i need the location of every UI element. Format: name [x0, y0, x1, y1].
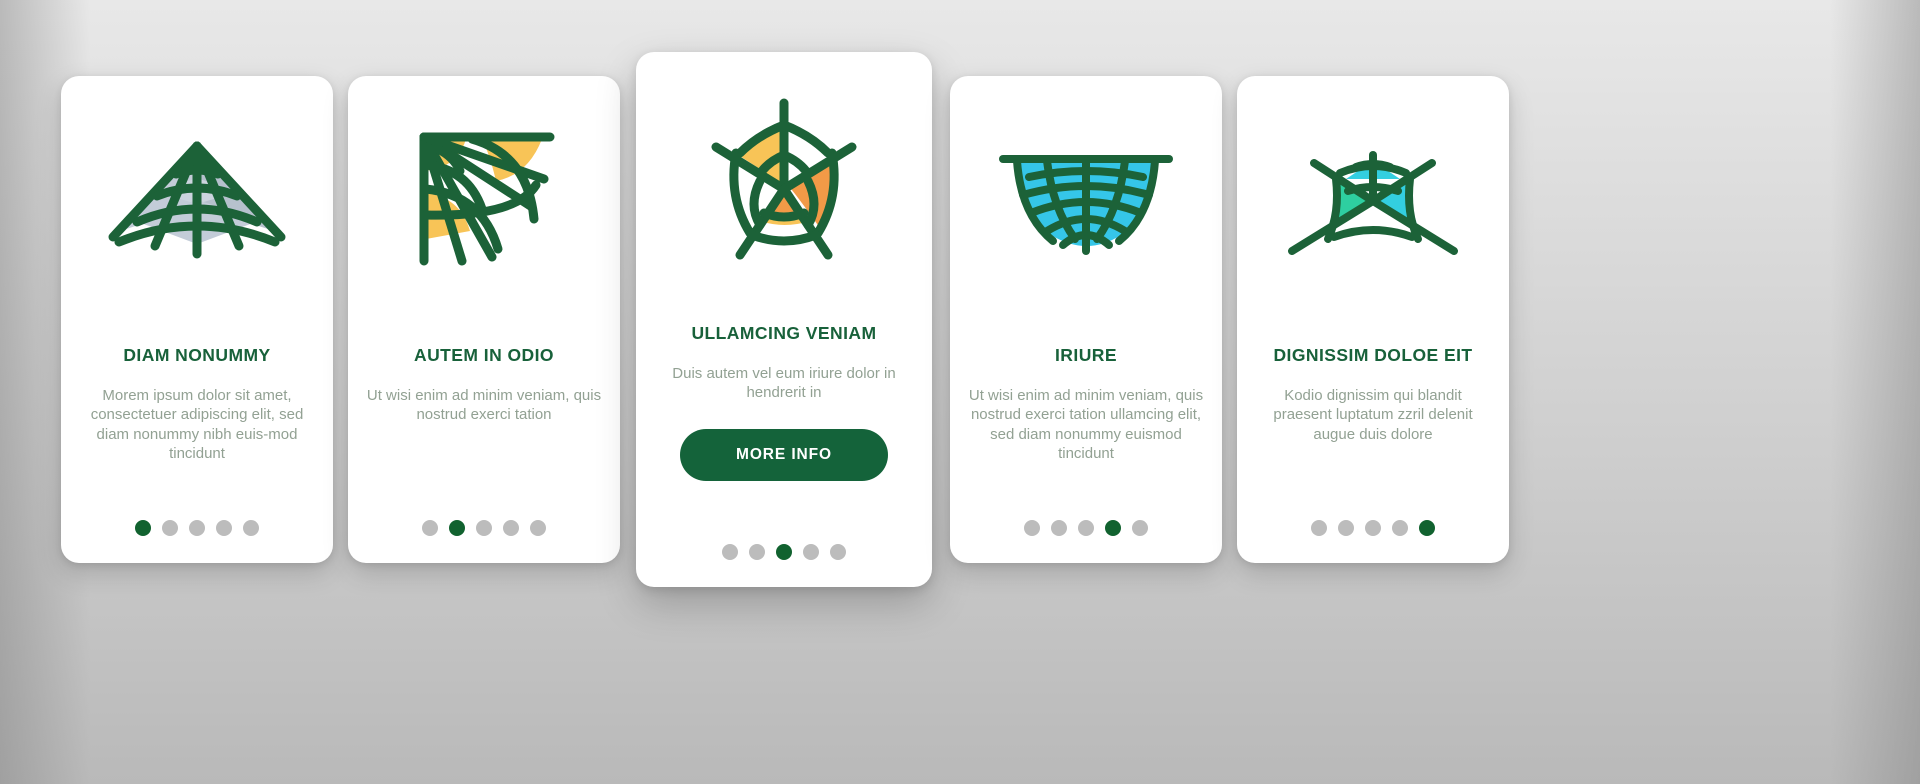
pagination-dot-3[interactable]: [1365, 520, 1381, 536]
pagination-dot-5[interactable]: [1419, 520, 1435, 536]
spider-web-corner-icon: [348, 76, 620, 304]
card-title: DIGNISSIM DOLOE EIT: [1273, 345, 1473, 365]
pagination-dot-4[interactable]: [1392, 520, 1408, 536]
pagination-dot-5[interactable]: [830, 544, 846, 560]
card-description: Ut wisi enim ad minim veniam, quis nostr…: [968, 387, 1204, 462]
pagination-dot-3[interactable]: [776, 544, 792, 560]
spider-web-triangle-icon: [61, 76, 333, 304]
pagination-dot-2[interactable]: [449, 520, 465, 536]
spider-web-canopy-icon: [1237, 76, 1509, 304]
pagination-dot-4[interactable]: [1105, 520, 1121, 536]
card-title: ULLAMCING VENIAM: [691, 323, 877, 343]
pagination-dots: [61, 520, 333, 536]
pagination-dot-1[interactable]: [722, 544, 738, 560]
more-info-button[interactable]: MORE INFO: [680, 428, 888, 481]
pagination-dot-3[interactable]: [476, 520, 492, 536]
onboarding-card-1[interactable]: DIAM NONUMMY Morem ipsum dolor sit amet,…: [61, 76, 333, 563]
card-description: Ut wisi enim ad minim veniam, quis nostr…: [366, 387, 602, 424]
pagination-dot-2[interactable]: [1338, 520, 1354, 536]
onboarding-card-3[interactable]: ULLAMCING VENIAM Duis autem vel eum iriu…: [636, 52, 932, 587]
pagination-dot-1[interactable]: [1311, 520, 1327, 536]
pagination-dot-2[interactable]: [749, 544, 765, 560]
pagination-dot-5[interactable]: [530, 520, 546, 536]
pagination-dot-1[interactable]: [422, 520, 438, 536]
pagination-dot-3[interactable]: [1078, 520, 1094, 536]
pagination-dot-1[interactable]: [1024, 520, 1040, 536]
onboarding-card-2[interactable]: AUTEM IN ODIO Ut wisi enim ad minim veni…: [348, 76, 620, 563]
pagination-dots: [348, 520, 620, 536]
pagination-dots: [1237, 520, 1509, 536]
card-title: DIAM NONUMMY: [123, 345, 271, 365]
pagination-dot-4[interactable]: [803, 544, 819, 560]
card-description: Kodio dignissim qui blandit praesent lup…: [1273, 387, 1473, 443]
pagination-dots: [636, 544, 932, 560]
pagination-dot-5[interactable]: [1132, 520, 1148, 536]
spider-web-hanging-icon: [950, 76, 1222, 304]
pagination-dot-2[interactable]: [162, 520, 178, 536]
onboarding-screens-stage: DIAM NONUMMY Morem ipsum dolor sit amet,…: [0, 0, 1920, 784]
pagination-dots: [950, 520, 1222, 536]
card-description: Duis autem vel eum iriure dolor in hendr…: [672, 365, 896, 402]
pagination-dot-5[interactable]: [243, 520, 259, 536]
card-title: AUTEM IN ODIO: [413, 345, 554, 365]
card-title: IRIURE: [1054, 345, 1117, 365]
pagination-dot-1[interactable]: [135, 520, 151, 536]
pagination-dot-4[interactable]: [503, 520, 519, 536]
card-description: Morem ipsum dolor sit amet, consectetuer…: [90, 387, 304, 462]
spider-web-pentagon-icon: [636, 52, 932, 292]
pagination-dot-3[interactable]: [189, 520, 205, 536]
onboarding-card-5[interactable]: DIGNISSIM DOLOE EIT Kodio dignissim qui …: [1237, 76, 1509, 563]
pagination-dot-2[interactable]: [1051, 520, 1067, 536]
pagination-dot-4[interactable]: [216, 520, 232, 536]
onboarding-card-4[interactable]: IRIURE Ut wisi enim ad minim veniam, qui…: [950, 76, 1222, 563]
